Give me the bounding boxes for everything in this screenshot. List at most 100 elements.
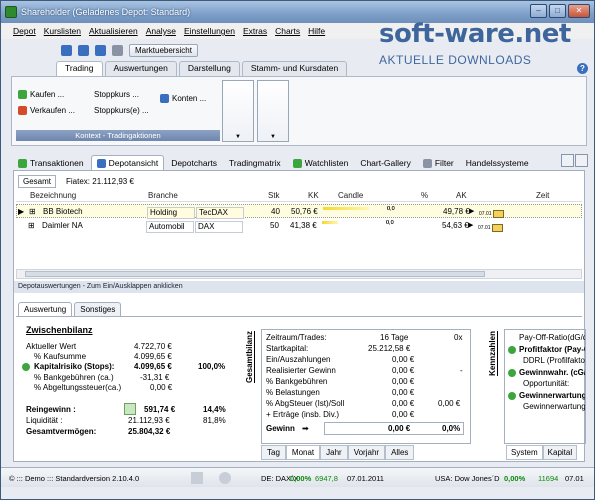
refresh-icon[interactable]	[508, 346, 516, 354]
col-bezeichnung[interactable]: Bezeichnung	[30, 191, 76, 200]
kennzahlen-buttons: System Kapital	[506, 445, 578, 460]
tab-filter[interactable]: Filter	[418, 156, 459, 170]
scroll-thumb[interactable]	[25, 271, 485, 277]
row-kk: 41,38 €	[290, 221, 317, 230]
refresh-icon[interactable]	[508, 392, 516, 400]
table-row[interactable]: ▶ ⊞ BB Biotech Holding TecDAX 40 50,76 €…	[16, 204, 582, 219]
tab-label: Filter	[434, 158, 454, 168]
filter-icon	[422, 158, 432, 168]
minimize-button[interactable]: –	[530, 4, 547, 18]
marktuebersicht-button[interactable]: Marktuebersicht	[129, 43, 198, 57]
menu-einstellungen[interactable]: Einstellungen	[184, 26, 235, 36]
kapitalrisiko-value: 4.099,65 €	[134, 362, 172, 371]
subtab-gesamt[interactable]: Gesamt	[18, 175, 57, 188]
period-jahr-button[interactable]: Jahr	[320, 445, 348, 460]
tab-transaktionen[interactable]: Transaktionen	[13, 156, 89, 170]
watermark-logo: soft-ware.net	[379, 19, 571, 49]
window-controls: – □ ✕	[530, 4, 590, 18]
dax-date: 07.01.2011	[347, 474, 384, 483]
col-branche[interactable]: Branche	[148, 191, 178, 200]
panel-view-icon[interactable]	[561, 154, 574, 167]
konten-button[interactable]: Konten ...	[160, 91, 206, 105]
stoppkurse-button[interactable]: Stoppkurs(e) ...	[94, 103, 149, 117]
col-ak[interactable]: AK	[456, 191, 467, 200]
list-icon[interactable]	[78, 44, 89, 56]
auswertung-area: Zwischenbilanz Aktueller Wert 4.722,70 €…	[16, 316, 586, 461]
candle-bar	[322, 221, 338, 224]
realisiert-extra: -	[460, 366, 463, 375]
col-zeit[interactable]: Zeit	[536, 191, 549, 200]
menu-aktualisieren[interactable]: Aktualisieren	[89, 26, 138, 36]
row-kk: 50,76 €	[291, 207, 318, 216]
period-vorjahr-button[interactable]: Vorjahr	[347, 445, 386, 460]
tab-handelssysteme[interactable]: Handelssysteme	[461, 156, 534, 170]
buy-icon	[18, 89, 27, 99]
gewinn-label: Gewinn	[266, 424, 295, 433]
menu-depot[interactable]: Depot	[13, 26, 36, 36]
verkaufen-label: Verkaufen ...	[30, 105, 75, 115]
belastungen-label: % Belastungen	[266, 388, 320, 397]
settings-icon[interactable]	[112, 44, 123, 56]
help-icon[interactable]: ?	[577, 63, 588, 74]
table-row[interactable]: ⊞ Daimler NA Automobil DAX 50 41,38 € 0,…	[16, 219, 582, 233]
ribbon-tabs: Trading Auswertungen Darstellung Stamm- …	[1, 61, 594, 76]
col-stk[interactable]: Stk	[268, 191, 280, 200]
belastungen-value: 0,00 €	[392, 388, 415, 397]
col-candle[interactable]: Candle	[338, 191, 363, 200]
tab-trading[interactable]: Trading	[56, 61, 103, 76]
refresh-icon[interactable]	[22, 363, 30, 371]
tab-stammdaten[interactable]: Stamm- und Kursdaten	[241, 61, 348, 76]
expand-icon[interactable]: ⊞	[28, 221, 35, 230]
menu-analyse[interactable]: Analyse	[146, 26, 176, 36]
period-tag-button[interactable]: Tag	[261, 445, 286, 460]
close-button[interactable]: ✕	[568, 4, 590, 18]
tab-watchlisten[interactable]: Watchlisten	[288, 156, 354, 170]
kaufen-button[interactable]: Kaufen ...	[18, 87, 64, 101]
tab-depotansicht[interactable]: Depotansicht	[90, 155, 165, 170]
row-name: BB Biotech	[43, 207, 83, 216]
stoppkurs-button[interactable]: Stoppkurs ...	[94, 87, 139, 101]
period-monat-button[interactable]: Monat	[285, 445, 321, 460]
tab-depotcharts[interactable]: Depotcharts	[166, 156, 222, 170]
subtabs: Gesamt Fiatex: 21.112,93 €	[18, 175, 134, 188]
zwischenbilanz-title: Zwischenbilanz	[26, 325, 93, 335]
aktueller-wert-value: 4.722,70 €	[134, 342, 172, 351]
menu-charts[interactable]: Charts	[275, 26, 300, 36]
tab-chart-gallery[interactable]: Chart-Gallery	[355, 156, 416, 170]
depot-toggle-label[interactable]: Depotauswertungen - Zum Ein/Ausklappen a…	[14, 281, 584, 293]
ribbon-dropdown-1[interactable]: ▼	[222, 80, 254, 142]
grid-icon[interactable]	[95, 44, 106, 56]
kennzahlen-box: Pay-Off-Ratio(dG/dV) Profitfaktor (Pay-C…	[504, 329, 586, 444]
gesamtvermoegen-label: Gesamtvermögen:	[26, 427, 97, 436]
tab-label: Handelssysteme	[465, 158, 529, 168]
view-buttons	[561, 154, 588, 167]
system-button[interactable]: System	[506, 445, 543, 460]
bottom-tabs: Auswertung Sonstiges	[18, 302, 122, 316]
expand-icon[interactable]: ⊞	[29, 207, 36, 216]
liquiditaet-value: 21.112,93 €	[128, 416, 170, 425]
trades-value: 0x	[454, 333, 463, 342]
menu-extras[interactable]: Extras	[243, 26, 267, 36]
period-alles-button[interactable]: Alles	[385, 445, 415, 460]
col-kk[interactable]: KK	[308, 191, 319, 200]
col-pct[interactable]: %	[421, 191, 428, 200]
tab-tradingmatrix[interactable]: Tradingmatrix	[224, 156, 286, 170]
tab-auswertung[interactable]: Auswertung	[18, 302, 73, 316]
liquiditaet-label: Liquidität :	[26, 416, 63, 425]
save-icon[interactable]	[61, 44, 72, 56]
ribbon-dropdown-2[interactable]: ▼	[257, 80, 289, 142]
maximize-button[interactable]: □	[549, 4, 566, 18]
menu-kurslisten[interactable]: Kurslisten	[44, 26, 81, 36]
reingewinn-pct: 14,4%	[203, 405, 226, 414]
tab-auswertungen[interactable]: Auswertungen	[104, 61, 177, 76]
ertraege-value: 0,00 €	[392, 410, 415, 419]
tab-sonstiges[interactable]: Sonstiges	[74, 302, 122, 316]
horizontal-scrollbar[interactable]	[16, 269, 582, 279]
refresh-icon[interactable]	[508, 369, 516, 377]
verkaufen-button[interactable]: Verkaufen ...	[18, 103, 75, 117]
konten-icon	[160, 93, 169, 103]
panel-split-icon[interactable]	[575, 154, 588, 167]
tab-darstellung[interactable]: Darstellung	[178, 61, 240, 76]
kapital-button[interactable]: Kapital	[542, 445, 578, 460]
menu-hilfe[interactable]: Hilfe	[308, 26, 325, 36]
